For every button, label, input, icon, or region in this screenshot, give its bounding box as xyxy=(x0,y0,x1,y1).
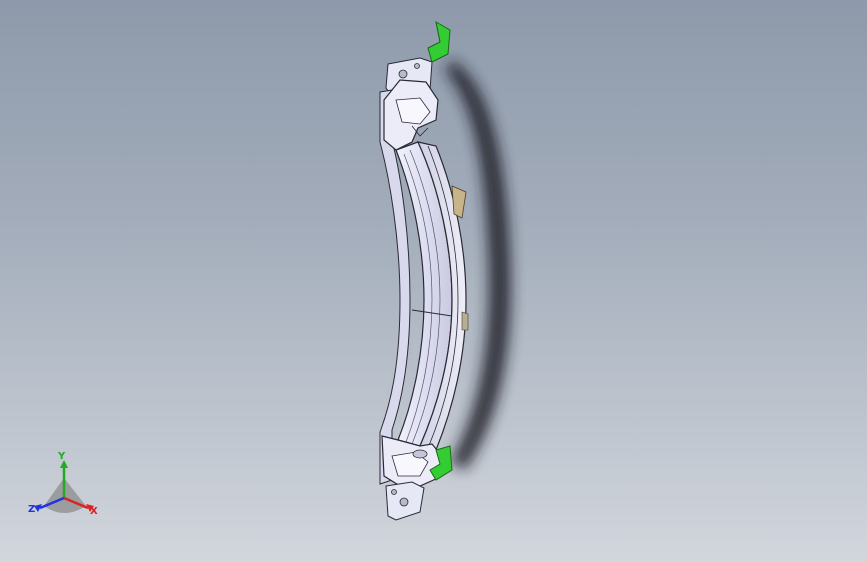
bottom-bolt-hole-2 xyxy=(391,489,397,495)
triad-z-label: Z xyxy=(28,504,36,515)
rear-tab xyxy=(451,185,467,219)
triad-y-label: Y xyxy=(58,451,66,462)
top-bolt-hole-2 xyxy=(414,63,420,69)
bottom-bolt-hole xyxy=(399,497,409,507)
rear-boss xyxy=(461,311,469,331)
model-view[interactable] xyxy=(0,0,867,562)
triad-x-label: X xyxy=(90,506,98,517)
graphics-viewport[interactable]: Y Z X xyxy=(0,0,867,562)
top-bolt-hole xyxy=(398,69,408,79)
top-green-clip[interactable] xyxy=(427,21,451,63)
reference-triad xyxy=(34,460,94,513)
